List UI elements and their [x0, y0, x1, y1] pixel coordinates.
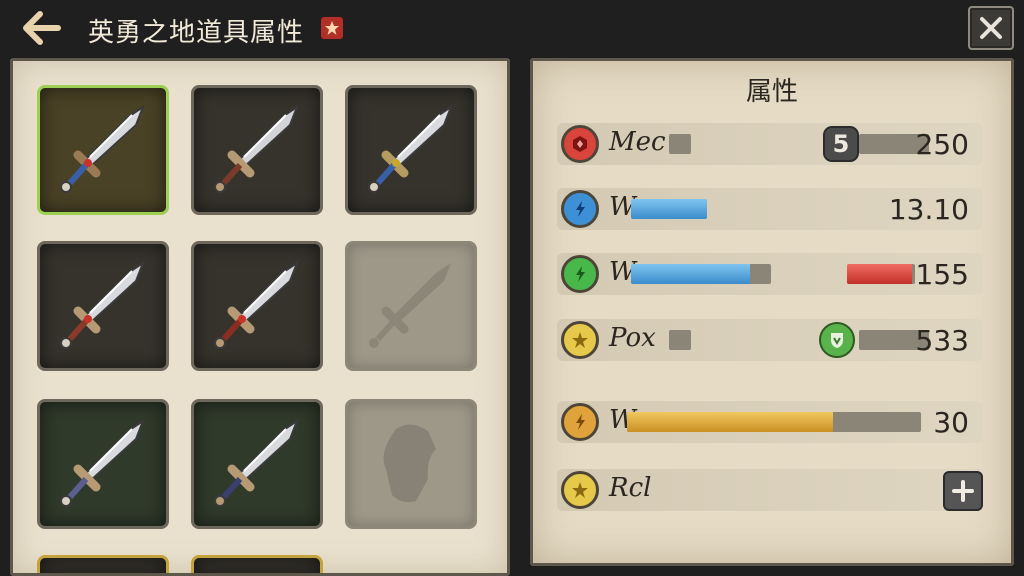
close-button[interactable]: [968, 6, 1014, 50]
item-slot-4[interactable]: [37, 241, 169, 371]
stat-value: 13.10: [888, 193, 969, 226]
stat-label: Rcl: [609, 473, 652, 503]
item-grid-panel: [10, 58, 510, 576]
red-gem-icon: [561, 125, 599, 163]
stat-value: 30: [933, 406, 969, 439]
orange-gem-icon: [561, 403, 599, 441]
close-icon: [980, 17, 1002, 39]
shield-badge-icon: [819, 322, 855, 358]
top-bar: 英勇之地道具属性: [0, 0, 1024, 56]
item-slot-6-locked[interactable]: [345, 241, 477, 371]
stat-row-pox: Pox 533: [557, 319, 983, 361]
stat-row-w-orange: W 30: [557, 401, 983, 443]
stat-label: Pox: [609, 323, 656, 353]
level-badge: 5: [823, 126, 859, 162]
item-slot-9-locked[interactable]: [345, 399, 477, 529]
attribute-panel: 属性 Mec 5 250 W 13.10 W 155 Pox 533 W 30 …: [530, 58, 1014, 566]
stat-row-w-green: W 155: [557, 253, 983, 295]
stat-value: 533: [915, 324, 969, 357]
stat-label: Mec: [609, 127, 666, 157]
item-slot-11-partial[interactable]: [191, 555, 323, 573]
star-icon: [321, 17, 343, 39]
armor-icon: [383, 424, 436, 503]
stat-bar: [669, 330, 691, 350]
back-arrow-icon: [23, 11, 61, 45]
back-button[interactable]: [20, 8, 64, 48]
stat-row-mec: Mec 5 250: [557, 123, 983, 165]
blue-gem-icon: [561, 190, 599, 228]
stat-value: 250: [915, 128, 969, 161]
stat-bar: [627, 412, 921, 432]
sword-icon: [60, 104, 146, 193]
item-slot-10-partial[interactable]: [37, 555, 169, 573]
sword-icon: [60, 418, 146, 507]
item-slot-2[interactable]: [191, 85, 323, 215]
stat-bar: [631, 264, 771, 284]
stat-row-rcl: Rcl: [557, 469, 983, 511]
attribute-panel-title: 属性: [745, 77, 798, 107]
sword-icon: [369, 263, 451, 348]
plus-icon: [952, 480, 974, 502]
stat-value: 155: [915, 258, 969, 291]
yellow-gem-icon: [561, 471, 599, 509]
stat-bar-secondary: [847, 264, 915, 284]
item-slot-1[interactable]: [37, 85, 169, 215]
add-button[interactable]: [943, 471, 983, 511]
stat-row-w-blue: W 13.10: [557, 188, 983, 230]
item-slot-7[interactable]: [37, 399, 169, 529]
sword-icon: [214, 260, 300, 349]
sword-icon: [214, 418, 300, 507]
sword-icon: [60, 260, 146, 349]
stat-bar: [631, 199, 707, 219]
yellow-gem-icon: [561, 321, 599, 359]
item-slot-3[interactable]: [345, 85, 477, 215]
item-slot-5[interactable]: [191, 241, 323, 371]
page-title: 英勇之地道具属性: [88, 18, 305, 48]
sword-icon: [214, 104, 300, 193]
sword-icon: [368, 104, 454, 193]
stat-bar: [669, 134, 691, 154]
green-gem-icon: [561, 255, 599, 293]
item-slot-8[interactable]: [191, 399, 323, 529]
